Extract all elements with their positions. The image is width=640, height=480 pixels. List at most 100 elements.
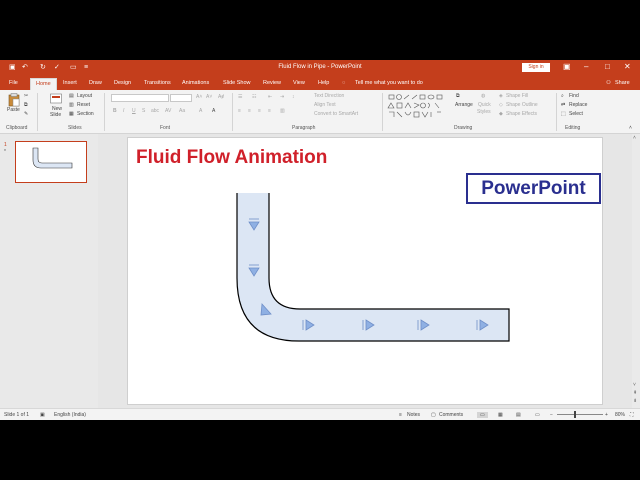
comments-button[interactable]: Comments — [439, 412, 463, 418]
select-icon[interactable]: ⬚ — [561, 111, 566, 118]
columns-icon[interactable]: ▥ — [280, 108, 285, 115]
replace-icon[interactable]: ⇄ — [561, 102, 565, 109]
comments-icon[interactable]: ▢ — [431, 412, 436, 418]
notes-button[interactable]: Notes — [407, 412, 420, 418]
shape-outline-icon[interactable]: ◇ — [499, 102, 503, 109]
replace-button[interactable]: Replace — [569, 102, 587, 109]
new-slide-button-line2[interactable]: Slide — [50, 112, 61, 119]
bullets-icon[interactable]: ☰ — [238, 94, 242, 101]
slide-canvas[interactable]: Fluid Flow Animation PowerPoint — [127, 137, 603, 405]
tab-animations[interactable]: Animations — [182, 79, 209, 87]
layout-icon[interactable]: ▤ — [69, 93, 74, 100]
scroll-down-icon[interactable]: ˅ — [633, 382, 636, 388]
shape-fill-icon[interactable]: ◈ — [499, 93, 503, 100]
tab-file[interactable]: File — [9, 79, 18, 87]
justify-icon[interactable]: ≡ — [268, 108, 271, 115]
sign-in-button[interactable]: Sign in — [522, 63, 550, 72]
minimize-icon[interactable]: – — [584, 62, 588, 72]
reset-button[interactable]: Reset — [77, 102, 90, 109]
change-case-icon[interactable]: Aa — [179, 108, 185, 115]
shape-fill-button[interactable]: Shape Fill — [506, 93, 528, 100]
shape-effects-icon[interactable]: ◆ — [499, 111, 503, 118]
cut-icon[interactable]: ✂ — [24, 93, 28, 100]
previous-slide-icon[interactable]: ⇞ — [633, 390, 637, 396]
layout-button[interactable]: Layout — [77, 93, 92, 100]
close-icon[interactable]: ✕ — [624, 62, 631, 72]
shapes-gallery[interactable] — [387, 93, 451, 121]
convert-smartart-button[interactable]: Convert to SmartArt — [314, 111, 358, 118]
paste-button[interactable]: Paste — [7, 107, 20, 114]
accessibility-icon[interactable]: ▣ — [40, 412, 45, 418]
strikethrough-icon[interactable]: abc — [151, 108, 159, 115]
tab-draw[interactable]: Draw — [89, 79, 102, 87]
share-button[interactable]: Share — [615, 79, 630, 87]
align-text-button[interactable]: Align Text — [314, 102, 336, 109]
increase-indent-icon[interactable]: ⇥ — [280, 94, 284, 101]
zoom-slider-thumb[interactable] — [574, 411, 576, 418]
align-right-icon[interactable]: ≡ — [258, 108, 261, 115]
copy-icon[interactable]: ⧉ — [24, 102, 28, 109]
next-slide-icon[interactable]: ⇟ — [633, 398, 637, 404]
tab-home[interactable]: Home — [30, 78, 57, 90]
bold-icon[interactable]: B — [113, 108, 117, 115]
text-direction-button[interactable]: Text Direction — [314, 93, 344, 100]
tab-view[interactable]: View — [293, 79, 305, 87]
normal-view-icon[interactable]: ▭ — [477, 412, 488, 418]
underline-icon[interactable]: U — [132, 108, 136, 115]
character-spacing-icon[interactable]: AV — [165, 108, 171, 115]
quick-styles-button[interactable]: Quick — [478, 102, 491, 109]
slide-thumbnail[interactable] — [15, 141, 87, 183]
tab-transitions[interactable]: Transitions — [144, 79, 171, 87]
select-button[interactable]: Select — [569, 111, 583, 118]
reset-icon[interactable]: ▥ — [69, 102, 74, 109]
font-color-icon[interactable]: A — [199, 108, 202, 115]
ribbon-display-options-icon[interactable]: ▣ — [563, 62, 571, 72]
zoom-out-icon[interactable]: − — [550, 412, 553, 418]
font-name-dropdown[interactable] — [111, 94, 169, 102]
language-status[interactable]: English (India) — [54, 412, 86, 418]
collapse-ribbon-icon[interactable]: ˄ — [629, 125, 632, 132]
section-icon[interactable]: ▦ — [69, 111, 74, 118]
quick-styles-icon[interactable]: ◍ — [481, 93, 485, 100]
italic-icon[interactable]: I — [123, 108, 124, 115]
new-slide-icon[interactable] — [50, 93, 62, 105]
fit-to-window-icon[interactable]: ⛶ — [630, 412, 634, 418]
quick-styles-button-line2[interactable]: Styles — [477, 109, 491, 116]
zoom-level[interactable]: 80% — [615, 412, 625, 418]
arrange-button[interactable]: Arrange — [455, 102, 473, 109]
notes-icon[interactable]: ≡ — [399, 412, 402, 418]
zoom-slider[interactable] — [557, 414, 603, 415]
find-button[interactable]: Find — [569, 93, 579, 100]
format-painter-icon[interactable]: ✎ — [24, 111, 28, 118]
tab-help[interactable]: Help — [318, 79, 329, 87]
paste-icon[interactable] — [8, 93, 20, 107]
tab-design[interactable]: Design — [114, 79, 131, 87]
tell-me-search[interactable]: Tell me what you want to do — [355, 79, 423, 87]
reading-view-icon[interactable]: ▤ — [516, 412, 521, 418]
tab-insert[interactable]: Insert — [63, 79, 77, 87]
zoom-in-icon[interactable]: + — [605, 412, 608, 418]
tab-slide-show[interactable]: Slide Show — [223, 79, 251, 87]
shrink-font-icon[interactable]: A˅ — [206, 94, 212, 101]
align-center-icon[interactable]: ≡ — [248, 108, 251, 115]
scroll-up-icon[interactable]: ˄ — [633, 135, 636, 141]
shape-effects-button[interactable]: Shape Effects — [506, 111, 537, 118]
highlight-icon[interactable]: A — [212, 108, 215, 115]
slide-show-icon[interactable]: ▭ — [535, 412, 540, 418]
arrange-icon[interactable]: ⧉ — [456, 93, 460, 100]
share-icon[interactable]: ⚇ — [606, 79, 611, 87]
align-left-icon[interactable]: ≡ — [238, 108, 241, 115]
find-icon[interactable]: ⌕ — [561, 93, 564, 100]
grow-font-icon[interactable]: A˄ — [196, 94, 202, 101]
numbering-icon[interactable]: ☷ — [252, 94, 256, 101]
slide-sorter-icon[interactable]: ▦ — [498, 412, 503, 418]
tab-review[interactable]: Review — [263, 79, 281, 87]
line-spacing-icon[interactable]: ↕ — [292, 94, 295, 101]
shape-outline-button[interactable]: Shape Outline — [506, 102, 538, 109]
decrease-indent-icon[interactable]: ⇤ — [268, 94, 272, 101]
maximize-icon[interactable]: □ — [605, 62, 610, 72]
clear-formatting-icon[interactable]: Aɇ — [218, 94, 224, 101]
shadow-icon[interactable]: S — [142, 108, 145, 115]
vertical-scrollbar[interactable]: ˄ ˅ ⇞ ⇟ — [632, 134, 640, 408]
section-button[interactable]: Section — [77, 111, 94, 118]
